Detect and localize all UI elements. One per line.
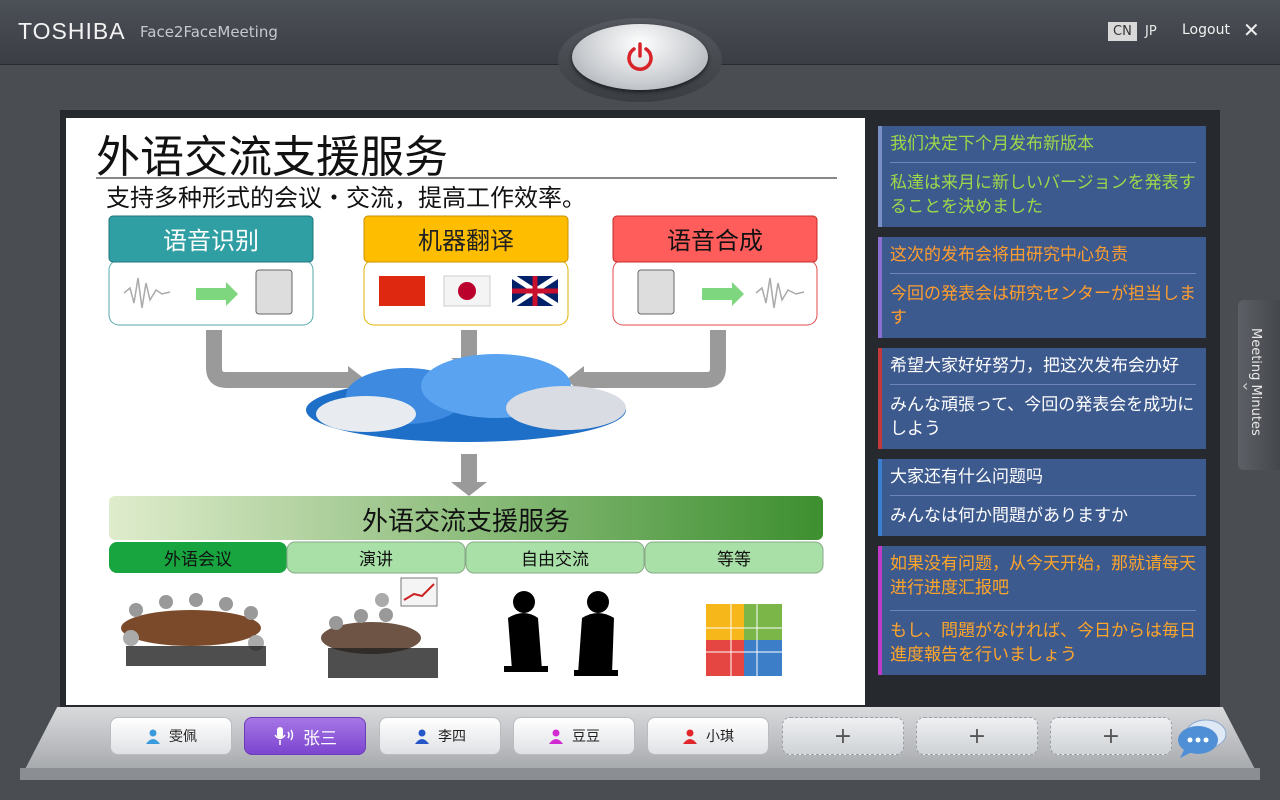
app-name: Face2FaceMeeting [140, 23, 278, 41]
participant-button[interactable]: 李四 [379, 717, 501, 755]
svg-text:等等: 等等 [717, 550, 751, 570]
rubiks-cube-illustration [706, 604, 782, 676]
svg-text:自由交流: 自由交流 [521, 550, 589, 570]
message-japanese: もし、問題がなければ、今日からは毎日進度報告を行いましょう [890, 621, 1196, 665]
speech-recognition-label: 语音识别 [163, 227, 259, 255]
close-icon[interactable]: ✕ [1243, 18, 1260, 42]
slide-subtitle: 支持多种形式的会议・交流，提高工作效率。 [106, 184, 586, 212]
participant-button[interactable]: 豆豆 [513, 717, 635, 755]
presentation-illustration [321, 577, 438, 678]
message-japanese: 今回の発表会は研究センターが担当します [890, 284, 1196, 328]
slide-title: 外语交流支援服务 [96, 132, 448, 183]
arrow-icon [196, 288, 226, 300]
transcript-panel: 我们决定下个月发布新版本 私達は来月に新しいバージョンを発表することを決めました… [878, 126, 1206, 685]
power-button[interactable] [572, 24, 708, 90]
meeting-minutes-tab[interactable]: ‹ Meeting Minutes [1238, 300, 1280, 470]
china-flag-icon [379, 276, 425, 306]
presentation-slide: 外语交流支援服务 支持多种形式的会议・交流，提高工作效率。 语音识别 机器翻译 … [66, 118, 865, 705]
participant-name: 豆豆 [572, 729, 600, 745]
message-card: 如果没有问题，从今天开始，那就请每天进行进度汇报吧 もし、問題がなければ、今日か… [878, 546, 1206, 675]
machine-translation-label: 机器翻译 [418, 227, 514, 255]
participant-name: 李四 [438, 729, 466, 745]
message-card: 大家还有什么问题吗 みんなは何か問題がありますか [878, 459, 1206, 536]
participant-name: 雯佩 [169, 729, 197, 745]
user-icon [146, 729, 160, 744]
participant-name: 张三 [303, 728, 337, 749]
flow-arrow-down [461, 454, 477, 484]
brand-logo: TOSHIBA [18, 18, 126, 44]
flow-arrow-left [206, 330, 348, 388]
flow-arrow-right [584, 330, 726, 388]
add-participant-button[interactable]: + [782, 717, 904, 755]
participant-button-active[interactable]: 张三 [244, 717, 366, 755]
message-card: 我们决定下个月发布新版本 私達は来月に新しいバージョンを発表することを決めました [878, 126, 1206, 227]
message-japanese: 私達は来月に新しいバージョンを発表することを決めました [890, 173, 1196, 217]
message-chinese: 如果没有问题，从今天开始，那就请每天进行进度汇报吧 [890, 552, 1196, 611]
meeting-minutes-label: Meeting Minutes [1248, 328, 1263, 436]
notepad-icon [637, 269, 675, 315]
message-chinese: 大家还有什么问题吗 [890, 465, 1196, 496]
meeting-table-illustration [121, 593, 266, 666]
add-participant-button[interactable]: + [1050, 717, 1172, 755]
lang-jp-button[interactable]: JP [1140, 22, 1162, 41]
lang-cn-button[interactable]: CN [1108, 22, 1137, 41]
power-icon [627, 42, 653, 71]
message-card: 这次的发布会将由研究中心负责 今回の発表会は研究センターが担当します [878, 237, 1206, 338]
message-chinese: 希望大家好好努力，把这次发布会办好 [890, 354, 1196, 385]
speech-synthesis-label: 语音合成 [667, 227, 763, 255]
chat-bubble-icon[interactable] [1176, 716, 1228, 760]
user-icon [415, 729, 429, 744]
cloud-icon [306, 354, 626, 442]
service-bar-label: 外语交流支援服务 [362, 507, 570, 537]
message-japanese: みんなは何か問題がありますか [890, 506, 1128, 526]
message-card: 希望大家好好努力，把这次发布会办好 みんな頑張って、今回の発表会を成功にしよう [878, 348, 1206, 449]
participant-button[interactable]: 小琪 [647, 717, 769, 755]
message-chinese: 这次的发布会将由研究中心负责 [890, 243, 1196, 274]
microphone-icon [274, 727, 294, 745]
svg-text:演讲: 演讲 [359, 550, 393, 570]
svg-text:外语会议: 外语会议 [164, 550, 232, 570]
logout-button[interactable]: Logout [1182, 22, 1230, 38]
user-icon [549, 729, 563, 744]
message-japanese: みんな頑張って、今回の発表会を成功にしよう [890, 395, 1195, 439]
participant-name: 小琪 [706, 729, 734, 745]
add-participant-button[interactable]: + [916, 717, 1038, 755]
arrow-icon [702, 288, 732, 300]
participant-button[interactable]: 雯佩 [110, 717, 232, 755]
participant-tray-front [20, 768, 1260, 780]
user-icon [683, 729, 697, 744]
notepad-icon [255, 269, 293, 315]
conversation-illustration [504, 591, 618, 676]
message-chinese: 我们决定下个月发布新版本 [890, 132, 1196, 163]
